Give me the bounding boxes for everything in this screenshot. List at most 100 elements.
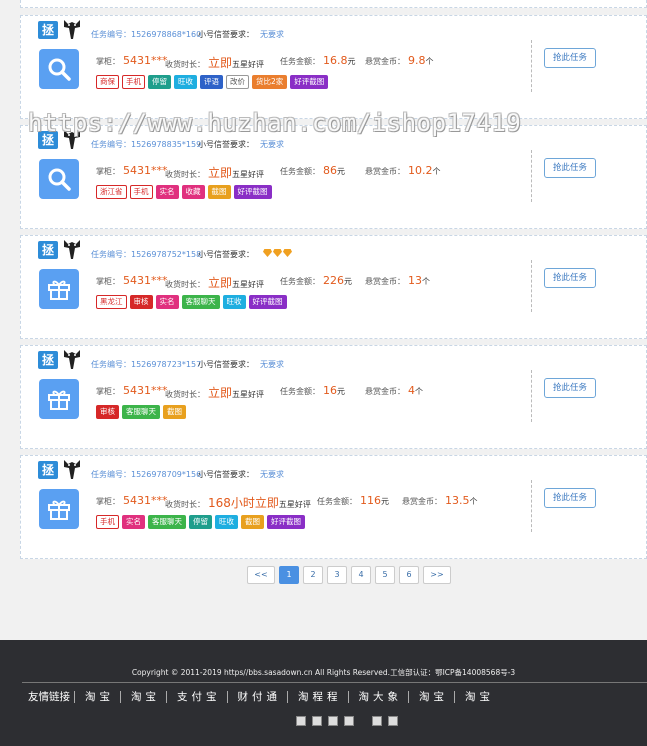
broken-image-icon[interactable] — [312, 716, 322, 726]
shop-label: 掌柜： — [96, 277, 120, 286]
time-label: 收货时长： — [165, 170, 205, 179]
amount-unit: 元 — [337, 167, 345, 176]
friend-link[interactable]: 淘宝 — [121, 689, 166, 704]
card-divider — [531, 370, 532, 422]
task-tag: 改价 — [226, 75, 249, 89]
amount-label: 任务金额： — [280, 387, 320, 396]
partner-images — [296, 716, 398, 726]
task-number: 任务编号：1526978752*158 — [91, 249, 201, 260]
shop-value: 5431*** — [123, 54, 168, 67]
credit-gems — [262, 249, 292, 259]
grab-task-button[interactable]: 抢此任务 — [544, 378, 596, 398]
amount-info: 任务金额： 116元 — [317, 494, 389, 507]
task-card: 拯 任务编号：1526978752*158 小号信誉要求： 掌柜： 5431*** 收货时… — [20, 235, 647, 339]
shop-info: 掌柜： 5431*** — [96, 54, 168, 67]
next-page-button[interactable]: >> — [423, 566, 451, 584]
gift-icon — [39, 269, 79, 309]
platform-logo: 拯 — [38, 241, 58, 259]
platform-logo: 拯 — [38, 21, 58, 39]
task-tag: 审核 — [96, 405, 119, 419]
copyright: Copyright © 2011-2019 https//bbs.sasadow… — [131, 668, 516, 677]
time-info: 收货时长： 立即五星好评 — [165, 274, 264, 291]
page-2-button[interactable]: 2 — [303, 566, 323, 584]
shop-value: 5431*** — [123, 274, 168, 287]
friend-link[interactable]: 支付宝 — [167, 689, 227, 704]
page-1-button[interactable]: 1 — [279, 566, 299, 584]
diamond-icon — [273, 249, 282, 257]
credit-requirement: 小号信誉要求： 无要求 — [198, 139, 284, 150]
shop-info: 掌柜： 5431*** — [96, 384, 168, 397]
task-tag: 实名 — [155, 295, 179, 309]
reward-unit: 个 — [469, 497, 478, 506]
grab-task-button[interactable]: 抢此任务 — [544, 488, 596, 508]
reward-info: 悬赏金币： 13个 — [365, 274, 430, 287]
task-tags: 审核 客服聊天 截图 — [96, 405, 186, 419]
pagination: << 123456 >> — [247, 566, 451, 584]
gift-icon — [39, 489, 79, 529]
friend-link[interactable]: 淘宝 — [455, 689, 500, 704]
task-tag: 截图 — [241, 515, 264, 529]
friend-link[interactable]: 财付通 — [228, 689, 288, 704]
time-label: 收货时长： — [165, 390, 205, 399]
footer: Copyright © 2011-2019 https//bbs.sasadow… — [0, 640, 647, 746]
amount-value: 16 — [323, 384, 337, 397]
friend-link[interactable]: 淘大象 — [349, 689, 409, 704]
grab-task-button[interactable]: 抢此任务 — [544, 268, 596, 288]
gift-icon — [39, 379, 79, 419]
reward-label: 悬赏金币： — [402, 497, 442, 506]
search-icon — [39, 159, 79, 199]
credit-value: 无要求 — [260, 470, 284, 479]
task-card: 拯 任务编号：1526978868*160 小号信誉要求： 无要求掌柜： 5431***… — [20, 15, 647, 119]
time-value: 立即 — [208, 276, 233, 290]
time-info: 收货时长： 168小时立即五星好评 — [165, 494, 311, 511]
time-info: 收货时长： 立即五星好评 — [165, 54, 264, 71]
broken-image-icon[interactable] — [328, 716, 338, 726]
page-4-button[interactable]: 4 — [351, 566, 371, 584]
search-icon — [39, 49, 79, 89]
task-number: 任务编号：1526978868*160 — [91, 29, 201, 40]
credit-label: 小号信誉要求： — [198, 360, 254, 369]
reward-value: 10.2 — [408, 164, 433, 177]
shop-info: 掌柜： 5431*** — [96, 494, 168, 507]
shop-label: 掌柜： — [96, 57, 120, 66]
grab-task-button[interactable]: 抢此任务 — [544, 48, 596, 68]
reward-value: 4 — [408, 384, 415, 397]
broken-image-icon[interactable] — [388, 716, 398, 726]
task-card: 拯任务编号：1526978709*156 小号信誉要求： 无要求 掌柜： 5431***… — [20, 455, 647, 559]
footer-divider — [22, 682, 647, 683]
time-suffix: 五星好评 — [232, 60, 265, 69]
task-tag: 旺收 — [215, 515, 238, 529]
reward-info: 悬赏金币： 4个 — [365, 384, 423, 397]
page-3-button[interactable]: 3 — [327, 566, 347, 584]
task-tag: 客服聊天 — [122, 405, 160, 419]
task-tags: 手机 实名 客服聊天 停留 旺收 截图 好评截图 — [96, 515, 305, 529]
task-tag: 停留 — [189, 515, 212, 529]
watermark: https://www.huzhan.com/ishop17419 — [28, 109, 522, 137]
prev-page-button[interactable]: << — [247, 566, 275, 584]
task-tag: 旺收 — [174, 75, 197, 89]
reward-label: 悬赏金币： — [365, 57, 405, 66]
shop-info: 掌柜： 5431*** — [96, 164, 168, 177]
friend-link[interactable]: 淘程程 — [288, 689, 348, 704]
credit-requirement: 小号信誉要求： — [198, 249, 292, 260]
task-number-value: 1526978868*160 — [131, 30, 202, 39]
time-suffix: 五星好评 — [232, 280, 265, 289]
amount-info: 任务金额： 16元 — [280, 384, 345, 397]
broken-image-icon[interactable] — [296, 716, 306, 726]
reward-label: 悬赏金币： — [365, 167, 405, 176]
diamond-icon — [283, 249, 292, 257]
task-tag: 好评截图 — [290, 75, 329, 89]
task-number-value: 1526978723*157 — [131, 360, 202, 369]
task-tag: 浙江省 — [96, 185, 127, 199]
reward-unit: 个 — [415, 387, 423, 396]
amount-value: 16.8 — [323, 54, 348, 67]
grab-task-button[interactable]: 抢此任务 — [544, 158, 596, 178]
friend-link[interactable]: 淘宝 — [75, 689, 120, 704]
credit-requirement: 小号信誉要求： 无要求 — [198, 29, 284, 40]
broken-image-icon[interactable] — [344, 716, 354, 726]
broken-image-icon[interactable] — [372, 716, 382, 726]
page-6-button[interactable]: 6 — [399, 566, 419, 584]
page-5-button[interactable]: 5 — [375, 566, 395, 584]
diamond-icon — [263, 249, 272, 257]
friend-link[interactable]: 淘宝 — [409, 689, 454, 704]
